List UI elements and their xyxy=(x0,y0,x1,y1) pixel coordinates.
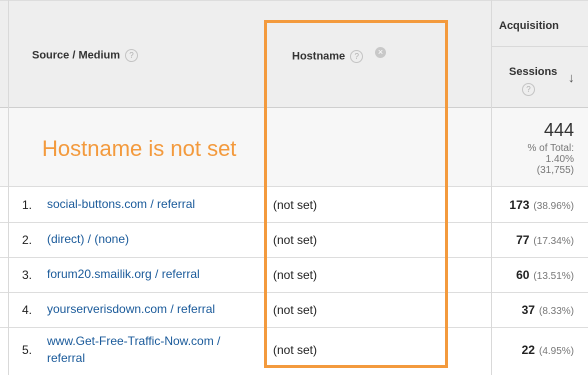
header-top-border xyxy=(0,0,588,1)
acquisition-group-header: Acquisition xyxy=(499,20,559,32)
source-link[interactable]: (direct) / (none) xyxy=(47,231,129,248)
total-pct-value: 1.40% xyxy=(545,154,574,165)
row-number: 3. xyxy=(22,268,33,282)
annotation-text: Hostname is not set xyxy=(42,136,237,161)
sessions-help-wrap: ? xyxy=(522,81,535,99)
source-medium-label: Source / Medium xyxy=(32,49,121,62)
total-pct-label: % of Total: xyxy=(527,143,574,154)
row-number: 4. xyxy=(22,303,33,317)
sessions-pct: (13.51%) xyxy=(533,271,574,282)
sessions-pct: (8.33%) xyxy=(538,306,574,317)
sessions-value: 77 xyxy=(516,233,530,247)
source-link[interactable]: social-buttons.com / referral xyxy=(47,196,195,213)
sessions-value: 37 xyxy=(521,303,535,317)
sessions-cell: 22 (4.95%) xyxy=(522,343,574,357)
total-sessions: 444 xyxy=(543,120,574,140)
row-number: 1. xyxy=(22,198,33,212)
column-header-sessions[interactable]: Sessions xyxy=(509,66,557,78)
sessions-value: 173 xyxy=(509,198,530,212)
acquisition-divider xyxy=(491,46,588,47)
sessions-pct: (17.34%) xyxy=(533,236,574,247)
sessions-value: 60 xyxy=(516,268,530,282)
source-link[interactable]: yourserverisdown.com / referral xyxy=(47,301,215,318)
sessions-pct: (38.96%) xyxy=(533,201,574,212)
source-link-line-1: www.Get-Free-Traffic-Now.com / xyxy=(47,334,221,348)
sessions-label: Sessions xyxy=(509,66,558,78)
column-divider-2 xyxy=(491,0,492,375)
sessions-cell: 77 (17.34%) xyxy=(516,233,574,247)
source-link[interactable]: forum20.smailik.org / referral xyxy=(47,266,200,283)
source-link[interactable]: www.Get-Free-Traffic-Now.com / referral xyxy=(47,333,220,367)
help-icon[interactable]: ? xyxy=(522,83,535,97)
sessions-value: 22 xyxy=(521,343,535,357)
sessions-cell: 60 (13.51%) xyxy=(516,268,574,282)
sessions-pct: (4.95%) xyxy=(538,346,574,357)
column-divider-1 xyxy=(8,0,9,375)
sessions-cell: 173 (38.96%) xyxy=(509,198,574,212)
row-number: 5. xyxy=(22,343,33,357)
total-overall: (31,755) xyxy=(536,165,574,176)
row-number: 2. xyxy=(22,233,33,247)
sort-descending-icon[interactable]: ↓ xyxy=(568,70,575,85)
source-link-line-2: referral xyxy=(47,351,86,365)
sessions-cell: 37 (8.33%) xyxy=(522,303,574,317)
hostname-highlight-box xyxy=(264,20,448,368)
help-icon[interactable]: ? xyxy=(125,49,139,62)
column-header-source-medium[interactable]: Source / Medium? xyxy=(32,49,139,62)
